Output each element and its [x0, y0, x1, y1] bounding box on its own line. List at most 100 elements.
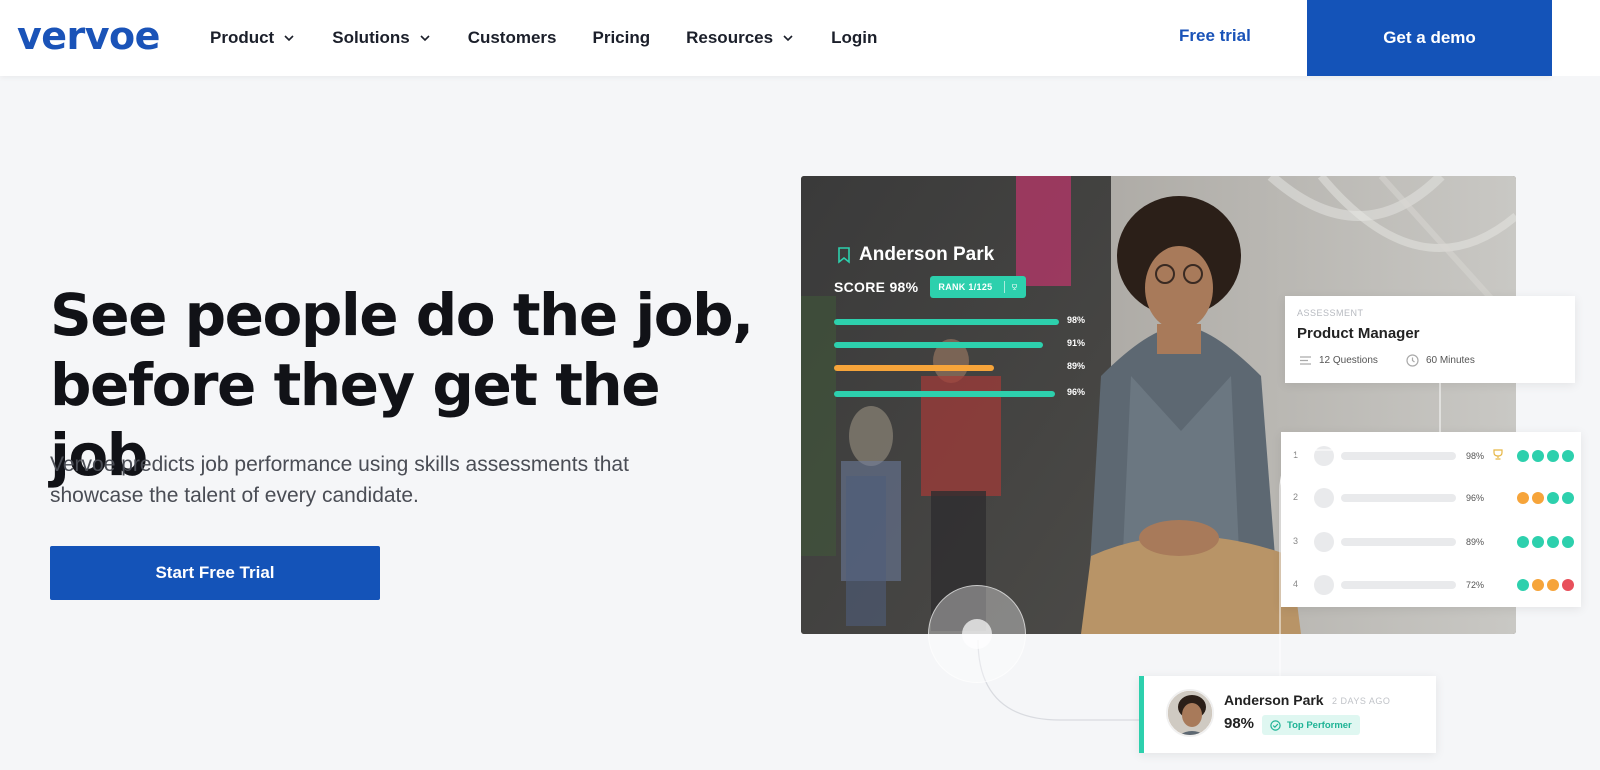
chevron-down-icon [783, 35, 793, 42]
skill-bar [834, 365, 994, 371]
free-trial-link[interactable]: Free trial [1179, 26, 1251, 46]
skill-dot [1547, 492, 1559, 504]
skill-bar-percent: 96% [1067, 387, 1086, 397]
nav-product-label: Product [210, 28, 275, 47]
start-free-trial-button[interactable]: Start Free Trial [50, 546, 380, 600]
trophy-icon [1493, 449, 1503, 460]
skill-bar-percent: 98% [1067, 315, 1086, 325]
overlay-score: SCORE 98% RANK 1/125 [834, 276, 1027, 298]
nav-solutions[interactable]: Solutions [332, 28, 431, 48]
chevron-down-icon [420, 35, 430, 42]
assessment-meta: 12 Questions 60 Minutes [1299, 354, 1503, 367]
avatar [1314, 575, 1334, 595]
skill-bar-row [834, 317, 1059, 327]
avatar [1314, 488, 1334, 508]
trophy-icon [1004, 281, 1018, 293]
nav-login-label: Login [831, 28, 878, 47]
performer-score: 98% [1224, 715, 1255, 732]
questions-text: 12 Questions [1319, 355, 1378, 366]
clock-icon [1406, 354, 1419, 367]
nav-solutions-label: Solutions [332, 28, 410, 47]
hero-subtitle: Vervoe predicts job performance using sk… [50, 453, 629, 507]
name-placeholder-bar [1341, 452, 1456, 460]
overlay-candidate: Anderson Park [836, 244, 994, 266]
pulse-halo-inner [962, 619, 992, 649]
nav-customers[interactable]: Customers [468, 28, 557, 48]
skill-dot [1532, 492, 1544, 504]
nav-customers-label: Customers [467, 28, 557, 47]
assessment-card[interactable]: ASSESSMENT Product Manager 12 Questions … [1285, 296, 1575, 383]
skill-bar-row [834, 340, 1043, 350]
vervoe-logo[interactable]: vervoe [17, 14, 160, 58]
performer-name: Anderson Park [1224, 692, 1324, 708]
nav-resources[interactable]: Resources [686, 28, 795, 48]
ranking-row[interactable]: 3 89% [1281, 532, 1581, 552]
nav-resources-label: Resources [686, 28, 774, 47]
rank-badge: RANK 1/125 [930, 276, 1027, 298]
skill-dots [1517, 536, 1577, 548]
rank-number: 1 [1293, 450, 1299, 460]
skill-dot [1547, 536, 1559, 548]
avatar [1314, 446, 1334, 466]
skill-dot [1562, 536, 1574, 548]
check-circle-icon [1270, 719, 1281, 731]
skill-dot [1562, 492, 1574, 504]
main-nav: Product Solutions Customers Pricing Reso… [210, 0, 913, 76]
rank-text: RANK 1/125 [938, 282, 993, 292]
chevron-down-icon [284, 35, 294, 42]
skill-dot [1532, 450, 1544, 462]
site-header: vervoe Product Solutions Customers Prici… [0, 0, 1552, 76]
avatar-illustration [1168, 691, 1212, 735]
skill-dot [1532, 536, 1544, 548]
minutes-text: 60 Minutes [1425, 355, 1475, 366]
rank-number: 2 [1293, 492, 1299, 502]
skill-bar [834, 391, 1055, 397]
list-icon [1300, 356, 1311, 365]
questions-meta: 12 Questions [1299, 355, 1392, 366]
rank-percent: 89% [1466, 537, 1485, 547]
nav-pricing-label: Pricing [592, 28, 651, 47]
skill-dots [1517, 579, 1577, 591]
name-placeholder-bar [1341, 494, 1456, 502]
skill-dot [1517, 536, 1529, 548]
skill-dot [1547, 579, 1559, 591]
avatar [1166, 689, 1214, 737]
skill-bar-row [834, 363, 994, 373]
scrollbar-track[interactable] [1552, 0, 1600, 76]
hero-title-line1: See people do the job, [50, 281, 754, 349]
ranking-row[interactable]: 1 98% [1281, 446, 1581, 466]
rank-percent: 72% [1466, 580, 1485, 590]
name-placeholder-bar [1341, 581, 1456, 589]
nav-login[interactable]: Login [831, 28, 877, 48]
rank-percent: 98% [1466, 451, 1485, 461]
ranking-card: 1 98% 2 96% 3 89% 4 72% [1281, 432, 1581, 607]
bookmark-icon [838, 247, 850, 264]
get-demo-button[interactable]: Get a demo [1307, 0, 1552, 76]
rank-number: 4 [1293, 579, 1299, 589]
ranking-row[interactable]: 2 96% [1281, 488, 1581, 508]
name-placeholder-bar [1341, 538, 1456, 546]
skill-dot [1517, 450, 1529, 462]
skill-dot [1532, 579, 1544, 591]
top-performer-card[interactable]: Anderson Park 2 DAYS AGO 98% Top Perform… [1139, 676, 1436, 753]
ranking-row[interactable]: 4 72% [1281, 575, 1581, 595]
rank-number: 3 [1293, 536, 1299, 546]
skill-dot [1562, 450, 1574, 462]
skill-dot [1562, 579, 1574, 591]
overlay-candidate-name: Anderson Park [859, 244, 995, 265]
nav-pricing[interactable]: Pricing [593, 28, 651, 48]
skill-dots [1517, 492, 1577, 504]
assessment-label: ASSESSMENT [1297, 308, 1364, 318]
performer-time-ago: 2 DAYS AGO [1332, 696, 1391, 706]
skill-bar-row [834, 389, 1055, 399]
skill-bar [834, 342, 1043, 348]
skill-dots [1517, 450, 1577, 462]
assessment-title: Product Manager [1297, 325, 1420, 342]
skill-dot [1517, 492, 1529, 504]
rank-percent: 96% [1466, 493, 1485, 503]
nav-product[interactable]: Product [210, 28, 296, 48]
top-performer-text: Top Performer [1287, 719, 1352, 731]
skill-bar-percent: 89% [1067, 361, 1086, 371]
skill-dot [1517, 579, 1529, 591]
skill-dot [1547, 450, 1559, 462]
